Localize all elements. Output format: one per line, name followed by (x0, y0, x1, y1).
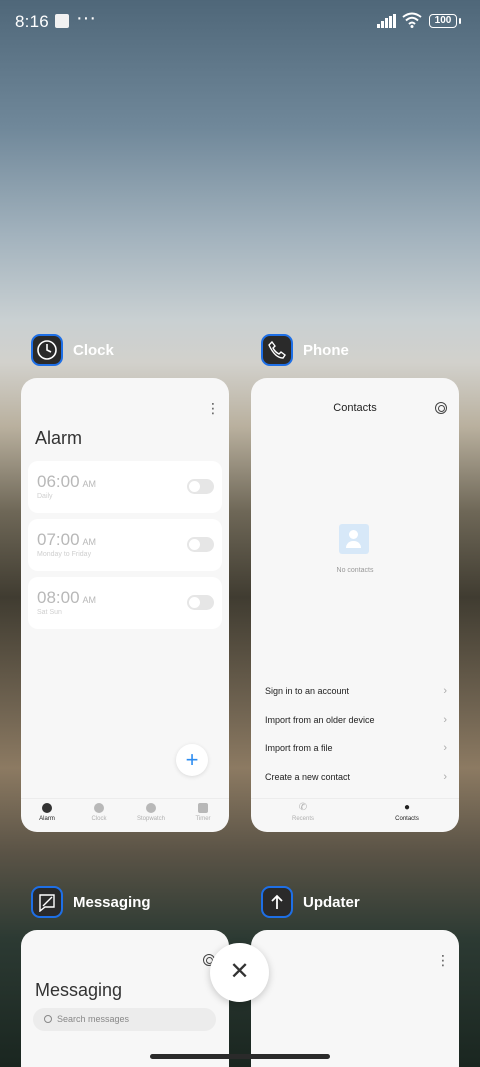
alarm-repeat: Monday to Friday (37, 551, 92, 558)
app-card-clock[interactable]: ⋮ Alarm 06:00 AM Daily 07:00 AM Monday to … (21, 378, 229, 832)
clock-tabbar: Alarm Clock Stopwatch Timer (21, 798, 229, 832)
search-input[interactable]: Search messages (33, 1008, 216, 1031)
status-bar: 8:16 ··· 100 (0, 0, 480, 44)
app-card-messaging[interactable]: Messaging Search messages (21, 930, 229, 1067)
chevron-right-icon: › (443, 685, 447, 697)
app-name-updater: Updater (303, 893, 360, 911)
arrow-up-icon (261, 886, 293, 918)
tab-contacts[interactable]: ● Contacts (355, 799, 459, 832)
page-title: Contacts (333, 402, 377, 414)
signal-icon (377, 14, 396, 28)
status-time: 8:16 (15, 12, 49, 31)
alarm-time: 07:00 AM (37, 530, 97, 549)
app-card-updater[interactable]: ⋮ (251, 930, 459, 1067)
alarm-time: 08:00 AM (37, 588, 97, 607)
chevron-right-icon: › (443, 742, 447, 754)
alarm-repeat: Daily (37, 493, 53, 500)
phone-tab-icon: ✆ (298, 802, 308, 813)
person-icon: ● (403, 802, 411, 813)
empty-state-text: No contacts (336, 567, 374, 574)
alarm-toggle[interactable] (187, 537, 214, 552)
chevron-right-icon: › (443, 714, 447, 726)
app-header-clock[interactable]: Clock (31, 334, 114, 366)
alarm-time: 06:00 AM (37, 472, 97, 491)
clock-tab-icon (94, 803, 104, 813)
alarm-item[interactable]: 07:00 AM Monday to Friday (28, 519, 222, 571)
more-options-icon[interactable]: ⋮ (206, 400, 220, 417)
add-alarm-button[interactable]: + (176, 744, 208, 776)
create-contact-option[interactable]: Create a new contact › (265, 771, 447, 783)
alarm-repeat: Sat Sun (37, 609, 62, 616)
import-file-option[interactable]: Import from a file › (265, 742, 447, 754)
more-options-icon[interactable]: ⋮ (436, 952, 450, 969)
app-card-phone[interactable]: Contacts No contacts Sign in to an accou… (251, 378, 459, 832)
tab-stopwatch[interactable]: Stopwatch (125, 799, 177, 832)
page-title: Messaging (35, 980, 123, 1000)
alarm-icon (42, 803, 52, 813)
alarm-toggle[interactable] (187, 595, 214, 610)
alarm-toggle[interactable] (187, 479, 214, 494)
alarm-item[interactable]: 08:00 AM Sat Sun (28, 577, 222, 629)
wifi-icon (402, 12, 422, 28)
tab-alarm[interactable]: Alarm (21, 799, 73, 832)
page-title: Alarm (35, 428, 83, 448)
sign-in-option[interactable]: Sign in to an account › (265, 685, 447, 697)
app-header-updater[interactable]: Updater (261, 886, 360, 918)
alarm-item[interactable]: 06:00 AM Daily (28, 461, 222, 513)
phone-tabbar: ✆ Recents ● Contacts (251, 798, 459, 832)
phone-icon (261, 334, 293, 366)
stopwatch-icon (146, 803, 156, 813)
tab-recents[interactable]: ✆ Recents (251, 799, 355, 832)
message-icon (31, 886, 63, 918)
notification-icon (55, 14, 69, 28)
app-name-phone: Phone (303, 341, 349, 359)
tab-timer[interactable]: Timer (177, 799, 229, 832)
app-name-clock: Clock (73, 341, 114, 359)
clock-icon (31, 334, 63, 366)
app-name-messaging: Messaging (73, 893, 151, 911)
battery-icon: 100 (429, 14, 461, 28)
app-header-messaging[interactable]: Messaging (31, 886, 151, 918)
close-all-button[interactable]: ✕ (210, 943, 269, 1002)
search-placeholder: Search messages (57, 1014, 130, 1024)
more-notifications-icon: ··· (76, 7, 96, 29)
settings-icon[interactable] (435, 402, 447, 414)
hourglass-icon (198, 803, 208, 813)
home-indicator[interactable] (150, 1054, 330, 1059)
app-header-phone[interactable]: Phone (261, 334, 349, 366)
import-device-option[interactable]: Import from an older device › (265, 714, 447, 726)
tab-clock[interactable]: Clock (73, 799, 125, 832)
chevron-right-icon: › (443, 771, 447, 783)
contact-placeholder-icon (339, 524, 369, 554)
